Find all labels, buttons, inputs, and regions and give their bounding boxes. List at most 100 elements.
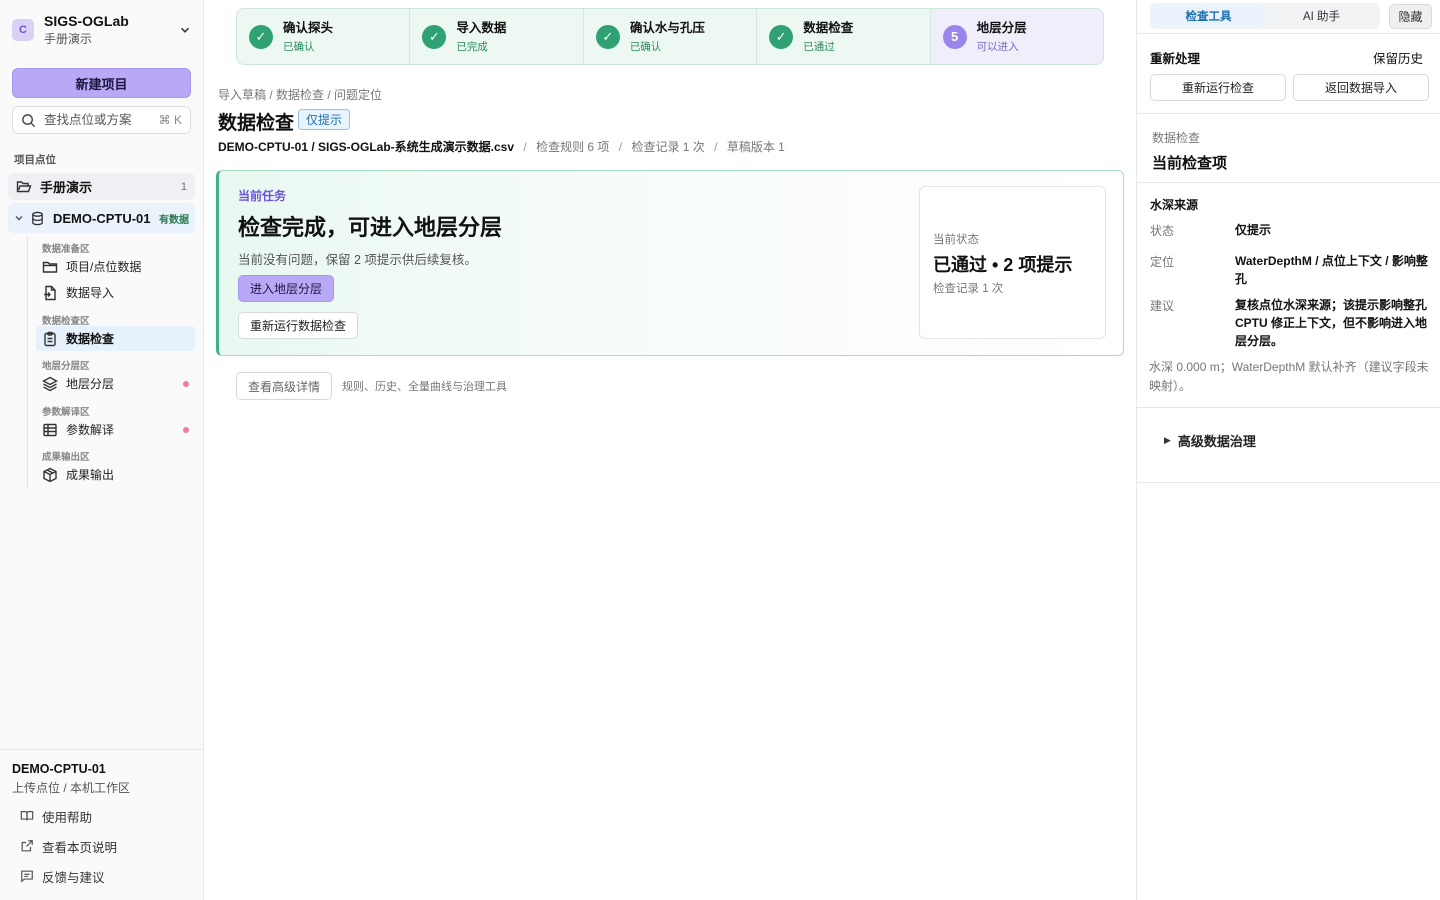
advanced-note: 规则、历史、全量曲线与治理工具 bbox=[342, 381, 507, 393]
advice-value: 复核点位水深来源；该提示影响整孔 CPTU 修正上下文，但不影响进入地层分层。 bbox=[1235, 298, 1428, 348]
feedback-link[interactable]: 反馈与建议 bbox=[20, 866, 105, 886]
table-icon bbox=[43, 423, 57, 436]
search-box[interactable]: ⌘ K bbox=[12, 106, 191, 134]
page-title: 数据检查 bbox=[218, 113, 295, 134]
step-import-data[interactable]: ✓ 导入数据 已完成 bbox=[410, 9, 584, 64]
draft-version: 草稿版本 1 bbox=[726, 140, 785, 154]
step-status: 已确认 bbox=[629, 40, 662, 53]
folder-open-icon bbox=[16, 180, 32, 192]
task-description: 当前没有问题，保留 2 项提示供后续复核。 bbox=[238, 253, 477, 267]
caret-right-icon: ▶ bbox=[1164, 435, 1171, 445]
nav-item-data-import[interactable]: 数据导入 bbox=[36, 280, 195, 305]
site-item[interactable]: DEMO-CPTU-01 有数据 bbox=[8, 203, 195, 233]
new-project-button[interactable]: 新建项目 bbox=[12, 68, 191, 98]
tab-check-tools[interactable]: 检查工具 bbox=[1152, 5, 1265, 27]
back-to-import-button[interactable]: 返回数据导入 bbox=[1293, 74, 1429, 101]
nav-item-project-data[interactable]: 项目/点位数据 bbox=[36, 254, 195, 279]
hint-only-badge: 仅提示 bbox=[298, 109, 351, 130]
page-doc-link-label: 查看本页说明 bbox=[42, 840, 118, 855]
rerun-check-button[interactable]: 重新运行检查 bbox=[1150, 74, 1286, 101]
nav-label: 地层分层 bbox=[66, 377, 115, 391]
help-link-label: 使用帮助 bbox=[42, 810, 93, 825]
advice-key: 建议 bbox=[1150, 299, 1175, 313]
step-title: 地层分层 bbox=[976, 20, 1027, 35]
nav-label: 参数解译 bbox=[66, 423, 115, 437]
nav-label: 数据导入 bbox=[66, 286, 115, 300]
tree-guide-line bbox=[27, 236, 28, 488]
rerun-data-check-button[interactable]: 重新运行数据检查 bbox=[238, 312, 358, 339]
feedback-link-label: 反馈与建议 bbox=[42, 870, 105, 885]
nav-label: 数据检查 bbox=[66, 332, 115, 346]
advanced-governance-toggle[interactable]: ▶ 高级数据治理 bbox=[1164, 431, 1256, 450]
step-status: 已通过 bbox=[803, 40, 835, 53]
check-section-label: 数据检查 bbox=[1152, 131, 1201, 145]
group-label-params: 参数解译区 bbox=[42, 407, 90, 418]
project-item[interactable]: 手册演示 1 bbox=[8, 173, 195, 200]
step-status: 可以进入 bbox=[976, 40, 1019, 53]
meta-separator: / bbox=[618, 140, 623, 154]
group-label-prep: 数据准备区 bbox=[42, 244, 90, 255]
search-shortcut: ⌘ K bbox=[158, 113, 182, 127]
nav-label: 项目/点位数据 bbox=[66, 260, 142, 274]
view-advanced-button[interactable]: 查看高级详情 bbox=[236, 372, 332, 400]
step-confirm-probe[interactable]: ✓ 确认探头 已确认 bbox=[237, 9, 411, 64]
step-strata[interactable]: 5 地层分层可以进入 bbox=[930, 9, 1103, 64]
file-meta: DEMO-CPTU-01 / SIGS-OGLab-系统生成演示数据.csv /… bbox=[218, 138, 785, 155]
step-title: 导入数据 bbox=[456, 20, 507, 35]
chevron-down-icon[interactable] bbox=[178, 23, 192, 37]
divider bbox=[1137, 33, 1440, 34]
status-key: 状态 bbox=[1150, 224, 1175, 238]
help-link[interactable]: 使用帮助 bbox=[20, 806, 92, 826]
clipboard-check-icon bbox=[44, 331, 56, 346]
chevron-down-icon[interactable] bbox=[14, 213, 24, 223]
step-status: 已确认 bbox=[283, 40, 315, 53]
nav-label: 成果输出 bbox=[66, 468, 115, 482]
database-icon bbox=[32, 211, 43, 225]
step-number: 5 bbox=[942, 24, 967, 49]
reprocess-title: 重新处理 bbox=[1150, 52, 1201, 66]
nav-item-output[interactable]: 成果输出 bbox=[36, 462, 195, 487]
step-title: 数据检查 bbox=[803, 20, 854, 35]
enter-strata-button[interactable]: 进入地层分层 bbox=[238, 275, 334, 302]
site-data-badge: 有数据 bbox=[159, 214, 189, 226]
current-check-title: 当前检查项 bbox=[1152, 155, 1228, 172]
meta-separator: / bbox=[714, 140, 718, 154]
step-title: 确认水与孔压 bbox=[629, 20, 705, 35]
workflow-stepper: ✓ 确认探头 已确认 ✓ 导入数据 已完成 ✓ 确认水与孔压 已确认 ✓ 数据检查 已通… bbox=[236, 8, 1104, 65]
message-square-icon bbox=[21, 870, 33, 883]
hide-panel-button[interactable]: 隐藏 bbox=[1389, 4, 1432, 29]
nav-item-strata[interactable]: 地层分层 bbox=[36, 371, 195, 396]
sidebar-footer: DEMO-CPTU-01 上传点位 / 本机工作区 使用帮助 查看本页说明 反馈… bbox=[0, 749, 203, 900]
nav-item-params[interactable]: 参数解译 bbox=[36, 417, 195, 442]
tab-ai-assistant[interactable]: AI 助手 bbox=[1265, 5, 1378, 27]
task-label: 当前任务 bbox=[238, 189, 287, 203]
book-open-icon bbox=[20, 811, 34, 821]
task-title: 检查完成，可进入地层分层 bbox=[238, 215, 503, 240]
divider bbox=[1137, 113, 1440, 114]
group-label-strata: 地层分层区 bbox=[42, 361, 90, 372]
folder-icon bbox=[42, 261, 58, 273]
keep-history-label: 保留历史 bbox=[1373, 52, 1424, 66]
status-value: 仅提示 bbox=[1235, 223, 1272, 237]
right-panel: 检查工具 AI 助手 隐藏 重新处理 保留历史 重新运行检查 返回数据导入 数据… bbox=[1136, 0, 1440, 900]
water-depth-note: 水深 0.000 m；WaterDepthM 默认补齐（建议字段未映射）。 bbox=[1149, 360, 1429, 393]
check-circle-icon: ✓ bbox=[595, 24, 620, 49]
search-input[interactable] bbox=[44, 113, 159, 127]
workspace-switcher[interactable]: C SIGS-OGLab 手册演示 bbox=[12, 12, 192, 48]
status-records: 检查记录 1 次 bbox=[933, 283, 1004, 295]
water-source-title: 水深来源 bbox=[1150, 198, 1199, 212]
meta-separator: / bbox=[523, 140, 527, 154]
pending-dot bbox=[183, 380, 189, 387]
site-label: DEMO-CPTU-01 bbox=[53, 210, 151, 226]
check-rules: 检查规则 6 项 bbox=[536, 140, 610, 154]
group-label-check: 数据检查区 bbox=[42, 316, 90, 327]
page-doc-link[interactable]: 查看本页说明 bbox=[20, 836, 117, 856]
nav-item-data-check[interactable]: 数据检查 bbox=[36, 326, 195, 351]
step-water-pore-pressure[interactable]: ✓ 确认水与孔压 已确认 bbox=[584, 9, 758, 64]
workspace-subtitle: 手册演示 bbox=[44, 32, 93, 46]
step-data-check[interactable]: ✓ 数据检查已通过 bbox=[757, 9, 931, 64]
check-records: 检查记录 1 次 bbox=[631, 140, 705, 154]
check-circle-icon: ✓ bbox=[769, 24, 794, 49]
check-circle-icon: ✓ bbox=[249, 24, 273, 49]
file-path: DEMO-CPTU-01 / SIGS-OGLab-系统生成演示数据.csv bbox=[218, 140, 515, 154]
